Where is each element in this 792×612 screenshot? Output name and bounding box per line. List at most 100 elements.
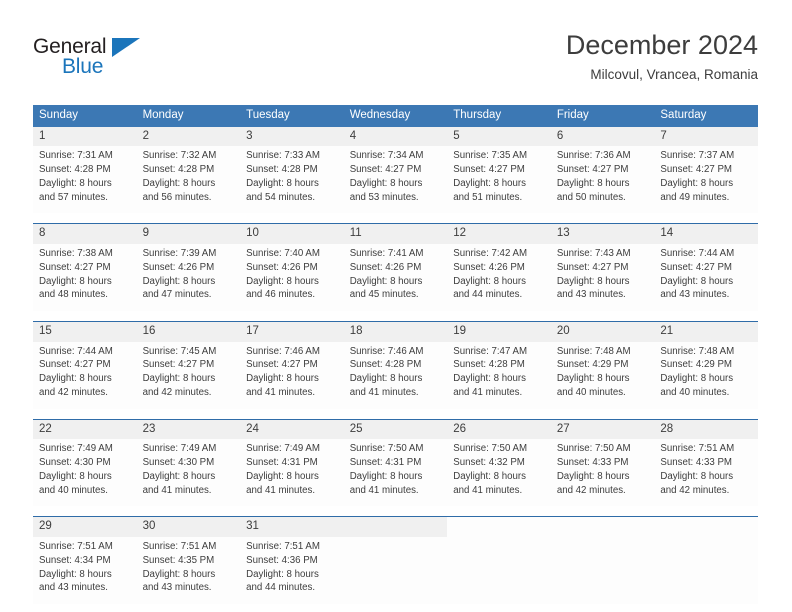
day-daylight-line: Daylight: 8 hours [142, 568, 216, 580]
day-cell[interactable]: Sunrise: 7:34 AM Sunset: 4:27 PM Daylight:… [343, 146, 448, 214]
day-cell[interactable]: Sunrise: 7:43 AM Sunset: 4:27 PM Daylight:… [550, 243, 655, 312]
day-daylight-line: and 41 minutes. [453, 386, 523, 398]
week-separator [33, 311, 758, 323]
day-cell[interactable]: Sunrise: 7:46 AM Sunset: 4:28 PM Daylight:… [343, 341, 448, 409]
day-number[interactable]: 15 [33, 321, 137, 342]
day-cell[interactable]: Sunrise: 7:44 AM Sunset: 4:27 PM Daylight:… [33, 341, 137, 409]
day-sunrise-line: Sunrise: 7:51 AM [246, 541, 320, 553]
day-cell[interactable]: Sunrise: 7:51 AM Sunset: 4:36 PM Daylight:… [240, 537, 344, 605]
day-number[interactable]: 8 [33, 223, 137, 244]
day-number[interactable]: 31 [240, 516, 344, 538]
day-cell[interactable]: Sunrise: 7:40 AM Sunset: 4:26 PM Daylight:… [240, 243, 344, 312]
day-cell[interactable]: Sunrise: 7:49 AM Sunset: 4:31 PM Daylight:… [240, 439, 344, 507]
day-daylight-line: and 43 minutes. [660, 289, 730, 301]
day-info-row: Sunrise: 7:49 AM Sunset: 4:30 PM Daylight:… [33, 439, 758, 507]
day-cell[interactable]: Sunrise: 7:49 AM Sunset: 4:30 PM Daylight:… [33, 439, 137, 507]
day-cell[interactable]: Sunrise: 7:39 AM Sunset: 4:26 PM Daylight:… [136, 243, 241, 312]
day-cell[interactable]: Sunrise: 7:38 AM Sunset: 4:27 PM Daylight:… [33, 243, 137, 312]
day-number[interactable]: 1 [33, 126, 137, 147]
day-cell[interactable]: Sunrise: 7:37 AM Sunset: 4:27 PM Daylight:… [654, 146, 758, 214]
day-number[interactable]: 25 [343, 419, 448, 440]
day-number[interactable]: 11 [343, 223, 448, 244]
day-cell[interactable]: Sunrise: 7:46 AM Sunset: 4:27 PM Daylight:… [240, 341, 344, 409]
day-daylight-line: and 48 minutes. [39, 289, 108, 301]
day-sunrise-line: Sunrise: 7:45 AM [142, 345, 217, 357]
day-number[interactable]: 30 [136, 516, 241, 538]
day-number[interactable]: 4 [343, 126, 448, 147]
weekday-header-thursday: Thursday [447, 105, 551, 127]
day-daylight-line: and 43 minutes. [142, 582, 212, 594]
day-sunset-line: Sunset: 4:28 PM [39, 164, 111, 176]
day-daylight-line: and 42 minutes. [39, 386, 108, 398]
day-daylight-line: Daylight: 8 hours [142, 470, 216, 482]
day-number[interactable]: 22 [33, 419, 137, 440]
day-sunrise-line: Sunrise: 7:32 AM [142, 150, 217, 162]
day-daylight-line: Daylight: 8 hours [39, 177, 112, 189]
day-cell[interactable]: Sunrise: 7:47 AM Sunset: 4:28 PM Daylight:… [447, 341, 551, 409]
day-sunset-line: Sunset: 4:29 PM [660, 359, 732, 371]
day-cell[interactable]: Sunrise: 7:48 AM Sunset: 4:29 PM Daylight:… [654, 341, 758, 409]
day-daylight-line: Daylight: 8 hours [349, 373, 423, 385]
day-cell-empty [654, 537, 758, 605]
page-header: General Blue December 2024 Milcovul, Vra… [33, 30, 758, 98]
day-number-row: 22 23 24 25 26 27 28 [33, 419, 758, 440]
day-sunset-line: Sunset: 4:26 PM [142, 261, 215, 273]
day-cell[interactable]: Sunrise: 7:45 AM Sunset: 4:27 PM Daylight:… [136, 341, 241, 409]
day-cell[interactable]: Sunrise: 7:50 AM Sunset: 4:32 PM Daylight:… [447, 439, 551, 507]
day-number[interactable]: 9 [136, 223, 241, 244]
day-number[interactable]: 24 [240, 419, 344, 440]
day-number[interactable]: 27 [550, 419, 655, 440]
day-number[interactable]: 20 [550, 321, 655, 342]
day-number-row: 8 9 10 11 12 13 14 [33, 223, 758, 244]
day-cell[interactable]: Sunrise: 7:48 AM Sunset: 4:29 PM Daylight:… [550, 341, 655, 409]
day-number[interactable]: 7 [654, 126, 758, 147]
day-daylight-line: and 44 minutes. [246, 582, 316, 594]
day-number[interactable]: 17 [240, 321, 344, 342]
day-cell[interactable]: Sunrise: 7:36 AM Sunset: 4:27 PM Daylight:… [550, 146, 655, 214]
day-cell[interactable]: Sunrise: 7:49 AM Sunset: 4:30 PM Daylight:… [136, 439, 241, 507]
day-info-row: Sunrise: 7:38 AM Sunset: 4:27 PM Daylight:… [33, 243, 758, 312]
day-sunset-line: Sunset: 4:26 PM [246, 261, 318, 273]
day-number[interactable]: 13 [550, 223, 655, 244]
day-cell[interactable]: Sunrise: 7:51 AM Sunset: 4:35 PM Daylight:… [136, 537, 241, 605]
day-number[interactable]: 21 [654, 321, 758, 342]
day-number[interactable]: 18 [343, 321, 448, 342]
day-daylight-line: and 40 minutes. [39, 484, 108, 496]
day-daylight-line: and 41 minutes. [142, 484, 212, 496]
day-cell[interactable]: Sunrise: 7:50 AM Sunset: 4:31 PM Daylight:… [343, 439, 448, 507]
day-daylight-line: and 51 minutes. [453, 191, 523, 203]
day-daylight-line: Daylight: 8 hours [142, 275, 216, 287]
day-cell[interactable]: Sunrise: 7:35 AM Sunset: 4:27 PM Daylight:… [447, 146, 551, 214]
day-cell[interactable]: Sunrise: 7:32 AM Sunset: 4:28 PM Daylight:… [136, 146, 241, 214]
weekday-header-wednesday: Wednesday [343, 105, 448, 127]
day-cell[interactable]: Sunrise: 7:51 AM Sunset: 4:33 PM Daylight:… [654, 439, 758, 507]
day-cell[interactable]: Sunrise: 7:50 AM Sunset: 4:33 PM Daylight:… [550, 439, 655, 507]
day-number[interactable]: 16 [136, 321, 241, 342]
day-number[interactable]: 23 [136, 419, 241, 440]
day-number-empty [447, 516, 551, 538]
day-cell[interactable]: Sunrise: 7:51 AM Sunset: 4:34 PM Daylight:… [33, 537, 137, 605]
day-daylight-line: Daylight: 8 hours [556, 275, 630, 287]
day-info-row: Sunrise: 7:51 AM Sunset: 4:34 PM Daylight:… [33, 537, 758, 605]
day-cell[interactable]: Sunrise: 7:31 AM Sunset: 4:28 PM Daylight:… [33, 146, 137, 214]
day-number[interactable]: 19 [447, 321, 551, 342]
day-daylight-line: Daylight: 8 hours [246, 177, 319, 189]
day-sunrise-line: Sunrise: 7:46 AM [349, 345, 424, 357]
day-sunset-line: Sunset: 4:28 PM [453, 359, 525, 371]
day-number[interactable]: 29 [33, 516, 137, 538]
day-number[interactable]: 6 [550, 126, 655, 147]
day-number[interactable]: 12 [447, 223, 551, 244]
day-number[interactable]: 28 [654, 419, 758, 440]
day-cell[interactable]: Sunrise: 7:33 AM Sunset: 4:28 PM Daylight:… [240, 146, 344, 214]
day-number[interactable]: 3 [240, 126, 344, 147]
day-number[interactable]: 2 [136, 126, 241, 147]
day-number[interactable]: 14 [654, 223, 758, 244]
day-number[interactable]: 10 [240, 223, 344, 244]
day-cell[interactable]: Sunrise: 7:44 AM Sunset: 4:27 PM Daylight:… [654, 243, 758, 312]
day-number[interactable]: 26 [447, 419, 551, 440]
day-number[interactable]: 5 [447, 126, 551, 147]
day-daylight-line: and 44 minutes. [453, 289, 523, 301]
day-cell[interactable]: Sunrise: 7:42 AM Sunset: 4:26 PM Daylight:… [447, 243, 551, 312]
day-cell[interactable]: Sunrise: 7:41 AM Sunset: 4:26 PM Daylight:… [343, 243, 448, 312]
calendar-header-row: Sunday Monday Tuesday Wednesday Thursday Frid… [33, 105, 758, 127]
